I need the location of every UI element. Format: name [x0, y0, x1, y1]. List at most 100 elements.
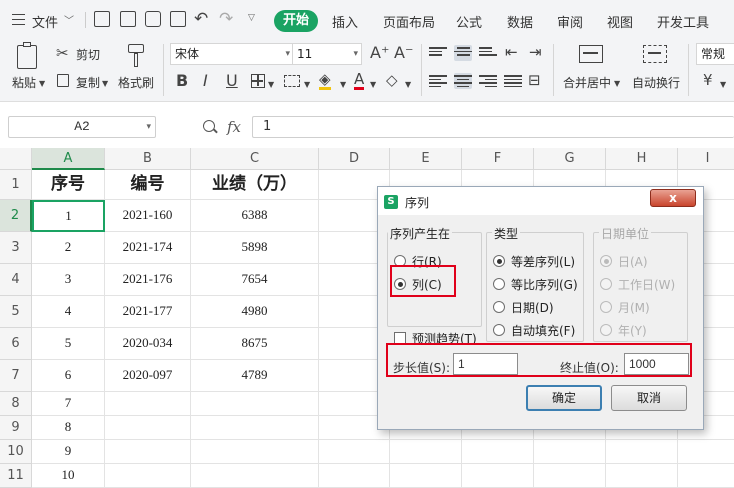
cell-d10[interactable]: [319, 440, 390, 464]
column-header-i[interactable]: I: [678, 148, 734, 170]
clear-format-icon[interactable]: ◇: [386, 72, 398, 88]
cell-c10[interactable]: [191, 440, 319, 464]
row-header-1[interactable]: 1: [0, 170, 32, 200]
row-header-8[interactable]: 8: [0, 392, 32, 416]
clear-format-dropdown-icon[interactable]: ▼: [405, 77, 411, 93]
radio-growth-indicator[interactable]: [493, 278, 505, 290]
cell-c6[interactable]: 8675: [191, 328, 319, 360]
cell-b6[interactable]: 2020-034: [105, 328, 191, 360]
formula-input[interactable]: 1: [252, 116, 734, 138]
column-header-a[interactable]: A: [32, 148, 105, 170]
number-format-select[interactable]: 常规: [696, 43, 734, 65]
format-painter-button[interactable]: 格式刷: [118, 74, 154, 91]
cell-b3[interactable]: 2021-174: [105, 232, 191, 264]
row-header-5[interactable]: 5: [0, 296, 32, 328]
cell-i10[interactable]: [678, 440, 734, 464]
cell-c8[interactable]: [191, 392, 319, 416]
cell-h10[interactable]: [606, 440, 678, 464]
wrap-text-button[interactable]: 自动换行: [632, 74, 680, 91]
chevron-down-icon[interactable]: ﹀: [64, 12, 74, 27]
scissors-icon[interactable]: ✂: [56, 45, 69, 61]
merge-center-dropdown-icon[interactable]: ▼: [614, 76, 620, 92]
currency-dropdown-icon[interactable]: ▼: [720, 77, 726, 93]
borders-icon[interactable]: [251, 74, 265, 88]
cell-g11[interactable]: [534, 464, 606, 488]
font-color-dropdown-icon[interactable]: ▼: [370, 77, 376, 93]
increase-indent-icon[interactable]: ⇥: [529, 44, 542, 60]
cell-b5[interactable]: 2021-177: [105, 296, 191, 328]
row-header-10[interactable]: 10: [0, 440, 32, 464]
file-menu[interactable]: 文件: [32, 12, 58, 31]
cell-a10[interactable]: 9: [32, 440, 105, 464]
cell-i11[interactable]: [678, 464, 734, 488]
cell-a6[interactable]: 5: [32, 328, 105, 360]
cell-a9[interactable]: 8: [32, 416, 105, 440]
save-icon[interactable]: [94, 11, 110, 27]
column-header-d[interactable]: D: [319, 148, 390, 170]
row-header-7[interactable]: 7: [0, 360, 32, 392]
align-left-icon[interactable]: [429, 73, 447, 89]
row-header-2[interactable]: 2: [0, 200, 32, 232]
font-color-icon[interactable]: A: [354, 72, 365, 90]
cancel-button[interactable]: 取消: [611, 385, 687, 411]
cell-a3[interactable]: 2: [32, 232, 105, 264]
increase-font-icon[interactable]: A⁺: [370, 45, 389, 61]
tab-data[interactable]: 数据: [507, 12, 533, 31]
cell-b9[interactable]: [105, 416, 191, 440]
column-header-g[interactable]: G: [534, 148, 606, 170]
tab-review[interactable]: 审阅: [557, 12, 583, 31]
row-header-9[interactable]: 9: [0, 416, 32, 440]
cell-f10[interactable]: [462, 440, 534, 464]
cell-e10[interactable]: [390, 440, 462, 464]
cell-f11[interactable]: [462, 464, 534, 488]
name-box[interactable]: A2 ▾: [8, 116, 156, 138]
justify-icon[interactable]: [504, 73, 522, 89]
merge-center-button[interactable]: 合并居中: [563, 74, 611, 91]
borders-dropdown-icon[interactable]: ▼: [268, 77, 274, 93]
paste-button[interactable]: 粘贴: [12, 74, 36, 91]
cell-e11[interactable]: [390, 464, 462, 488]
cell-c11[interactable]: [191, 464, 319, 488]
cell-a11[interactable]: 10: [32, 464, 105, 488]
copy-dropdown-icon[interactable]: ▼: [102, 76, 108, 92]
tab-developer[interactable]: 开发工具: [657, 12, 709, 31]
column-header-b[interactable]: B: [105, 148, 191, 170]
cell-style-dropdown-icon[interactable]: ▼: [304, 77, 310, 93]
export-icon[interactable]: [120, 11, 136, 27]
zoom-search-icon[interactable]: [203, 120, 218, 134]
cell-a1[interactable]: 序号: [32, 170, 105, 200]
italic-icon[interactable]: I: [203, 73, 208, 89]
trend-checkbox-box[interactable]: [394, 332, 406, 344]
tab-view[interactable]: 视图: [607, 12, 633, 31]
cell-a7[interactable]: 6: [32, 360, 105, 392]
column-header-f[interactable]: F: [462, 148, 534, 170]
cell-a5[interactable]: 4: [32, 296, 105, 328]
step-value-input[interactable]: 1: [453, 353, 518, 375]
cell-c2[interactable]: 6388: [191, 200, 319, 232]
tab-page-layout[interactable]: 页面布局: [383, 12, 435, 31]
radio-columns-indicator[interactable]: [394, 278, 406, 290]
dialog-title-bar[interactable]: S 序列 x: [378, 187, 703, 215]
cell-c5[interactable]: 4980: [191, 296, 319, 328]
undo-icon[interactable]: ↶: [194, 9, 208, 29]
redo-icon[interactable]: ↷: [219, 9, 233, 29]
cell-b1[interactable]: 编号: [105, 170, 191, 200]
cell-c9[interactable]: [191, 416, 319, 440]
select-all-corner[interactable]: [0, 148, 32, 170]
cell-b4[interactable]: 2021-176: [105, 264, 191, 296]
cell-c4[interactable]: 7654: [191, 264, 319, 296]
paste-dropdown-icon[interactable]: ▼: [39, 76, 45, 92]
copy-icon[interactable]: [57, 74, 69, 87]
distributed-icon[interactable]: ⊟: [528, 72, 541, 88]
underline-icon[interactable]: U: [226, 73, 238, 89]
row-header-4[interactable]: 4: [0, 264, 32, 296]
print-icon[interactable]: [145, 11, 161, 27]
font-size-select[interactable]: 11 ▾: [292, 43, 362, 65]
cell-b11[interactable]: [105, 464, 191, 488]
wrap-text-icon[interactable]: [643, 45, 667, 63]
cell-b2[interactable]: 2021-160: [105, 200, 191, 232]
stop-value-input[interactable]: 1000: [624, 353, 689, 375]
column-header-e[interactable]: E: [390, 148, 462, 170]
column-header-h[interactable]: H: [606, 148, 678, 170]
radio-date-indicator[interactable]: [493, 301, 505, 313]
